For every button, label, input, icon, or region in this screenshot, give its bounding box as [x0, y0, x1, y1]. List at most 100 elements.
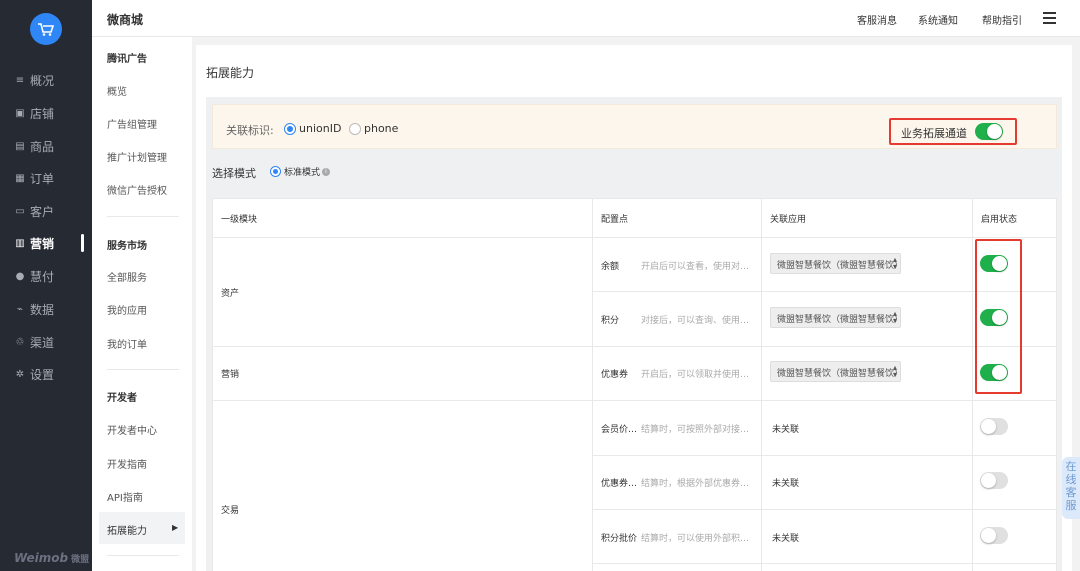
divider	[107, 555, 179, 556]
subnav-item-ad-group[interactable]: 广告组管理	[107, 116, 157, 131]
linked-app-select[interactable]: 微盟智慧餐饮（微盟智慧餐饮） ▴ ▾	[770, 361, 901, 382]
header-config-point: 配置点	[601, 215, 629, 225]
subnav-group-title: 开发者	[107, 393, 137, 404]
system-notice-link[interactable]: 系统通知	[918, 12, 958, 27]
subnav-item-dev-center[interactable]: 开发者中心	[107, 422, 157, 437]
linked-app-select[interactable]: 微盟智慧餐饮（微盟智慧餐饮） ▴ ▾	[770, 307, 901, 328]
header-linked-app: 关联应用	[770, 215, 807, 225]
brand-logo: Weimob 微盟	[14, 551, 89, 565]
nav-label: 商品	[30, 139, 55, 154]
help-guide-link[interactable]: 帮助指引	[982, 12, 1022, 27]
subnav-group-title: 服务市场	[107, 241, 147, 252]
linked-app-value: 未关联	[772, 425, 800, 435]
nav-item-store[interactable]: ▣ 店铺	[0, 99, 92, 127]
nav-label: 慧付	[30, 269, 55, 284]
nav-label: 设置	[30, 367, 55, 382]
radio-label: 标准模式	[284, 168, 321, 178]
subnav-item-my-apps[interactable]: 我的应用	[107, 302, 147, 317]
active-indicator	[81, 234, 84, 252]
subnav-item-my-orders[interactable]: 我的订单	[107, 336, 147, 351]
select-value: 微盟智慧餐饮（微盟智慧餐饮）	[777, 261, 901, 271]
left-nav: ≡ 概况 ▣ 店铺 ▤ 商品 ▦ 订单 ▭ 客户 ▥ 营销 ● 慧付 ⌁ 数据 ♲ 渠道 ✲ 设置 …	[0, 0, 92, 571]
subnav-item-api-guide[interactable]: API指南	[107, 489, 143, 504]
subnav-item-all-services[interactable]: 全部服务	[107, 269, 147, 284]
nav-label: 店铺	[30, 106, 55, 121]
status-toggle[interactable]	[980, 418, 1008, 435]
config-name: 积分	[601, 316, 620, 326]
row-divider	[592, 509, 1056, 510]
config-desc: 结算时，可按照外部对接的会员价	[641, 425, 753, 435]
linked-app-select[interactable]: 微盟智慧餐饮（微盟智慧餐饮） ▴ ▾	[770, 253, 901, 274]
brand-name: Weimob	[14, 551, 69, 565]
subnav-item-overview[interactable]: 概览	[107, 83, 127, 98]
column-divider	[592, 199, 593, 571]
config-name: 会员价…	[601, 425, 638, 435]
info-icon[interactable]: i	[322, 167, 331, 176]
divider	[107, 369, 179, 370]
config-desc: 结算时，可以使用外部积分抵扣	[641, 534, 753, 544]
status-toggle[interactable]	[980, 472, 1008, 489]
page-title: 拓展能力	[206, 66, 255, 80]
app-title: 微商城	[107, 13, 144, 27]
biz-channel-toggle[interactable]	[975, 123, 1003, 140]
caret-right-icon: ▶	[172, 523, 179, 532]
subnav-item-extension[interactable]: 拓展能力	[107, 522, 147, 537]
online-service-tab[interactable]: 在线客服	[1062, 457, 1080, 519]
linked-app-value: 未关联	[772, 479, 800, 489]
nav-item-channel[interactable]: ♲ 渠道	[0, 328, 92, 356]
config-desc: 开启后可以查看，使用对应应用的余额	[641, 262, 753, 272]
radio-standard-mode[interactable]: 标准模式 i	[270, 165, 331, 178]
nav-label: 渠道	[30, 335, 55, 350]
cart-logo-icon[interactable]	[30, 13, 62, 45]
nav-item-marketing[interactable]: ▥ 营销	[0, 229, 92, 257]
nav-item-customer[interactable]: ▭ 客户	[0, 197, 92, 225]
nav-item-goods[interactable]: ▤ 商品	[0, 132, 92, 160]
nav-item-order[interactable]: ▦ 订单	[0, 164, 92, 192]
subnav-item-wechat-ad-auth[interactable]: 微信广告授权	[107, 182, 167, 197]
content-area: 关联标识: unionID phone 业务拓展通道 选择模式 标准模式 i 一级…	[206, 97, 1062, 571]
radio-unionid[interactable]: unionID	[284, 122, 341, 135]
status-toggle[interactable]	[980, 527, 1008, 544]
select-value: 微盟智慧餐饮（微盟智慧餐饮）	[777, 315, 901, 325]
nav-item-overview[interactable]: ≡ 概况	[0, 66, 92, 94]
channel-icon: ♲	[15, 336, 25, 348]
config-desc: 结算时，根据外部优惠券进行核销	[641, 479, 753, 489]
customer-message-link[interactable]: 客服消息	[857, 12, 897, 27]
select-value: 微盟智慧餐饮（微盟智慧餐饮）	[777, 369, 901, 379]
column-divider	[761, 199, 762, 571]
header-module: 一级模块	[221, 215, 258, 225]
association-label: 关联标识:	[226, 124, 274, 137]
main-panel: 拓展能力 关联标识: unionID phone 业务拓展通道 选择模式 标准模…	[196, 45, 1072, 571]
radio-label: unionID	[299, 122, 342, 135]
category-trade: 交易	[221, 506, 240, 516]
marketing-icon: ▥	[15, 237, 25, 249]
top-bar: 微商城 客服消息 系统通知 帮助指引	[92, 0, 1080, 37]
row-divider	[592, 455, 1056, 456]
menu-icon[interactable]	[1043, 12, 1056, 24]
config-name: 积分批价	[601, 534, 638, 544]
overview-icon: ≡	[15, 74, 25, 86]
row-divider	[592, 563, 1056, 564]
goods-icon: ▤	[15, 140, 25, 152]
category-asset: 资产	[221, 289, 240, 299]
store-icon: ▣	[15, 107, 25, 119]
biz-channel-highlight: 业务拓展通道	[889, 118, 1017, 145]
subnav-item-dev-guide[interactable]: 开发指南	[107, 456, 147, 471]
divider	[107, 216, 179, 217]
config-desc: 对接后，可以查询、使用对应应用积分	[641, 316, 753, 326]
nav-item-settings[interactable]: ✲ 设置	[0, 360, 92, 388]
data-icon: ⌁	[16, 303, 24, 315]
nav-item-huifu[interactable]: ● 慧付	[0, 262, 92, 290]
nav-label: 数据	[30, 302, 55, 317]
radio-label: phone	[364, 122, 399, 135]
radio-phone[interactable]: phone	[349, 122, 398, 135]
config-name: 优惠券	[601, 370, 629, 380]
brand-name-cn: 微盟	[71, 555, 90, 565]
category-marketing: 营销	[221, 370, 240, 380]
biz-channel-label: 业务拓展通道	[901, 127, 967, 140]
row-divider	[213, 346, 1056, 347]
subnav-item-promotion-plan[interactable]: 推广计划管理	[107, 149, 167, 164]
mode-label: 选择模式	[212, 167, 256, 180]
header-status: 启用状态	[981, 215, 1018, 225]
nav-item-data[interactable]: ⌁ 数据	[0, 295, 92, 323]
